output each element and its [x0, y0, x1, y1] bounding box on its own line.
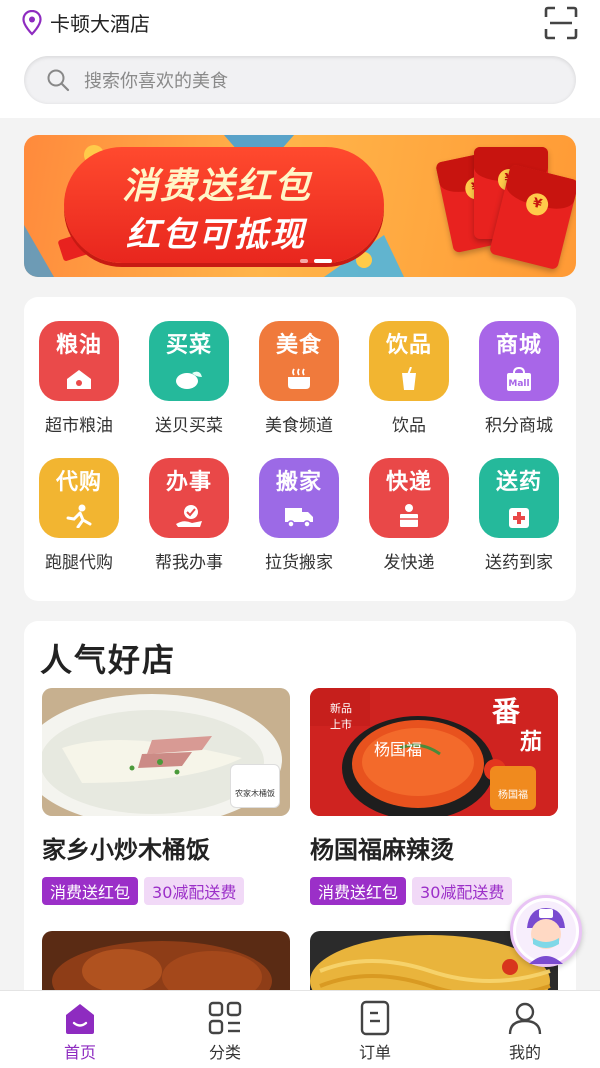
category-item-points-mall[interactable]: 商城 Mall 积分商城: [464, 321, 574, 436]
helper-icon: 办事: [149, 458, 229, 538]
pot-icon: 美食: [259, 321, 339, 401]
shop-logo: 杨国福: [490, 766, 536, 810]
promo-tag: 30减配送费: [412, 877, 513, 905]
bottom-tab-bar: 首页 分类 订单 我的: [0, 990, 600, 1068]
location-name: 卡顿大酒店: [50, 12, 150, 36]
courier-icon: 快递: [369, 458, 449, 538]
promo-tag: 30减配送费: [144, 877, 245, 905]
category-item-medicine[interactable]: 送药 送药到家: [464, 458, 574, 573]
banner-line-1: 消费送红包: [122, 166, 313, 207]
category-item-groceries[interactable]: 买菜 送贝买菜: [134, 321, 244, 436]
promo-tag: 消费送红包: [310, 877, 407, 905]
category-grid: 粮油 超市粮油 买菜 送贝买菜 美食 美食频道 饮品 饮品 商城 Mall 积分…: [24, 297, 576, 601]
category-item-errand-purchase[interactable]: 代购 跑腿代购: [24, 458, 134, 573]
section-title: 人气好店: [40, 641, 177, 679]
shop-card[interactable]: 农家木桶饭 家乡小炒木桶饭 消费送红包 30减配送费: [42, 688, 290, 905]
shop-logo: 农家木桶饭: [230, 764, 280, 808]
shop-image: 农家木桶饭: [42, 688, 290, 816]
vegetable-icon: 买菜: [149, 321, 229, 401]
truck-icon: 搬家: [259, 458, 339, 538]
tab-home[interactable]: 首页: [30, 999, 130, 1063]
search-icon: [47, 69, 70, 92]
search-bar[interactable]: 搜索你喜欢的美食: [24, 56, 576, 104]
location-pin-icon: [22, 9, 42, 36]
banner-line-2: 红包可抵现: [126, 215, 306, 255]
tab-orders[interactable]: 订单: [325, 999, 425, 1063]
order-icon: [360, 1000, 390, 1036]
shop-card[interactable]: 新品 上市 番 茄 杨国福 杨国福 杨国福麻辣烫 消费送红包 30减配送费: [310, 688, 558, 905]
location-selector[interactable]: 卡顿大酒店: [22, 8, 150, 37]
nurse-avatar-icon: [516, 901, 576, 964]
shop-image-text: 上市: [330, 718, 352, 731]
mall-bag-icon: 商城 Mall: [479, 321, 559, 401]
customer-service-button[interactable]: [510, 895, 582, 967]
carousel-indicator[interactable]: [300, 259, 332, 263]
category-item-food[interactable]: 美食 美食频道: [244, 321, 354, 436]
shop-image-text: 番: [492, 695, 521, 728]
category-item-moving[interactable]: 搬家 拉货搬家: [244, 458, 354, 573]
house-icon: 粮油: [39, 321, 119, 401]
shop-image-text: 杨国福: [374, 740, 423, 759]
medicine-icon: 送药: [479, 458, 559, 538]
runner-icon: 代购: [39, 458, 119, 538]
tab-category[interactable]: 分类: [175, 999, 275, 1063]
drink-icon: 饮品: [369, 321, 449, 401]
promo-banner[interactable]: 消费送红包 红包可抵现 ¥ ¥ ¥: [24, 135, 576, 277]
header: 卡顿大酒店 搜索你喜欢的美食: [0, 0, 600, 118]
promo-tag: 消费送红包: [42, 877, 139, 905]
tab-profile[interactable]: 我的: [475, 999, 575, 1063]
home-icon: [66, 1004, 94, 1034]
shop-name: 杨国福麻辣烫: [310, 836, 454, 864]
category-icon: [208, 1001, 242, 1035]
shop-name: 家乡小炒木桶饭: [42, 836, 210, 864]
shop-image: 新品 上市 番 茄 杨国福 杨国福: [310, 688, 558, 816]
category-item-drinks[interactable]: 饮品 饮品: [354, 321, 464, 436]
shop-image-text: 新品: [330, 702, 352, 715]
category-item-grain-oil[interactable]: 粮油 超市粮油: [24, 321, 134, 436]
search-placeholder: 搜索你喜欢的美食: [84, 71, 228, 92]
category-item-errands[interactable]: 办事 帮我办事: [134, 458, 244, 573]
shop-image-text: 茄: [520, 730, 543, 755]
shop-tags: 消费送红包 30减配送费: [42, 877, 290, 905]
profile-icon: [508, 1002, 542, 1035]
category-item-courier[interactable]: 快递 发快递: [354, 458, 464, 573]
popular-shops-section: 人气好店 农家木桶饭 家乡小炒木桶饭 消费送红包 30减配送费 新品 上市 番 …: [24, 621, 576, 1041]
scan-icon[interactable]: [544, 6, 578, 40]
